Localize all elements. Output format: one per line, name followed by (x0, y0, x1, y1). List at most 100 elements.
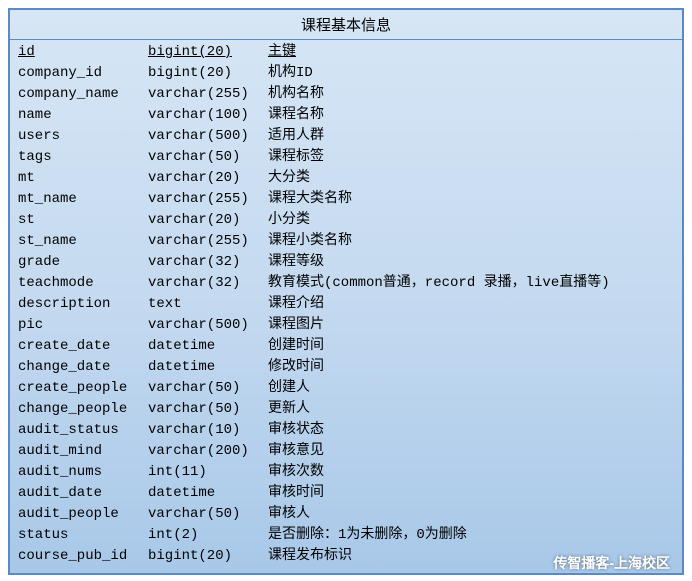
table-row: audit_numsint(11)审核次数 (18, 462, 674, 483)
field-desc: 课程等级 (268, 252, 674, 273)
field-name: audit_mind (18, 441, 148, 462)
table-row: change_datedatetime修改时间 (18, 357, 674, 378)
field-type: int(11) (148, 462, 268, 483)
table-row: mt_namevarchar(255)课程大类名称 (18, 189, 674, 210)
field-name: company_id (18, 63, 148, 84)
field-name: st_name (18, 231, 148, 252)
table-row: company_namevarchar(255)机构名称 (18, 84, 674, 105)
field-name: users (18, 126, 148, 147)
field-desc: 主键 (268, 42, 674, 63)
field-type: text (148, 294, 268, 315)
field-type: varchar(50) (148, 504, 268, 525)
field-type: varchar(200) (148, 441, 268, 462)
field-name: company_name (18, 84, 148, 105)
field-desc: 修改时间 (268, 357, 674, 378)
field-type: varchar(500) (148, 315, 268, 336)
field-desc: 创建时间 (268, 336, 674, 357)
field-name: audit_nums (18, 462, 148, 483)
table-row: namevarchar(100)课程名称 (18, 105, 674, 126)
field-name: name (18, 105, 148, 126)
field-desc: 课程名称 (268, 105, 674, 126)
table-row: teachmodevarchar(32)教育模式(common普通，record… (18, 273, 674, 294)
field-name: create_people (18, 378, 148, 399)
table-body: idbigint(20)主键company_idbigint(20)机构IDco… (10, 40, 682, 573)
table-row: picvarchar(500)课程图片 (18, 315, 674, 336)
field-desc: 机构ID (268, 63, 674, 84)
table-row: descriptiontext课程介绍 (18, 294, 674, 315)
field-name: change_people (18, 399, 148, 420)
field-type: varchar(10) (148, 420, 268, 441)
field-desc: 大分类 (268, 168, 674, 189)
table-row: usersvarchar(500)适用人群 (18, 126, 674, 147)
field-name: grade (18, 252, 148, 273)
field-type: varchar(32) (148, 273, 268, 294)
field-name: audit_status (18, 420, 148, 441)
field-type: datetime (148, 483, 268, 504)
field-desc: 课程介绍 (268, 294, 674, 315)
field-desc: 审核时间 (268, 483, 674, 504)
field-name: mt_name (18, 189, 148, 210)
table-row: idbigint(20)主键 (18, 42, 674, 63)
table-title: 课程基本信息 (10, 10, 682, 40)
table-row: audit_peoplevarchar(50)审核人 (18, 504, 674, 525)
table-row: change_peoplevarchar(50)更新人 (18, 399, 674, 420)
field-type: varchar(20) (148, 168, 268, 189)
field-type: bigint(20) (148, 42, 268, 63)
field-desc: 课程发布标识 (268, 546, 674, 567)
field-type: varchar(255) (148, 84, 268, 105)
field-desc: 小分类 (268, 210, 674, 231)
table-row: audit_mindvarchar(200)审核意见 (18, 441, 674, 462)
field-type: varchar(20) (148, 210, 268, 231)
field-name: audit_people (18, 504, 148, 525)
field-desc: 审核次数 (268, 462, 674, 483)
field-name: tags (18, 147, 148, 168)
field-name: audit_date (18, 483, 148, 504)
field-desc: 是否删除：1为未删除，0为删除 (268, 525, 674, 546)
field-name: description (18, 294, 148, 315)
table-row: audit_statusvarchar(10)审核状态 (18, 420, 674, 441)
field-name: id (18, 42, 148, 63)
field-desc: 创建人 (268, 378, 674, 399)
field-desc: 教育模式(common普通，record 录播，live直播等) (268, 273, 674, 294)
table-row: create_datedatetime创建时间 (18, 336, 674, 357)
table-row: course_pub_idbigint(20)课程发布标识 (18, 546, 674, 567)
field-desc: 更新人 (268, 399, 674, 420)
field-type: bigint(20) (148, 546, 268, 567)
field-name: create_date (18, 336, 148, 357)
field-type: varchar(500) (148, 126, 268, 147)
field-desc: 审核意见 (268, 441, 674, 462)
table-row: st_namevarchar(255)课程小类名称 (18, 231, 674, 252)
field-name: course_pub_id (18, 546, 148, 567)
field-type: varchar(50) (148, 378, 268, 399)
field-desc: 课程标签 (268, 147, 674, 168)
field-name: pic (18, 315, 148, 336)
field-name: change_date (18, 357, 148, 378)
table-row: create_peoplevarchar(50)创建人 (18, 378, 674, 399)
field-name: st (18, 210, 148, 231)
field-name: mt (18, 168, 148, 189)
field-type: bigint(20) (148, 63, 268, 84)
table-row: company_idbigint(20)机构ID (18, 63, 674, 84)
field-name: status (18, 525, 148, 546)
field-type: varchar(32) (148, 252, 268, 273)
table-row: statusint(2)是否删除：1为未删除，0为删除 (18, 525, 674, 546)
field-type: varchar(50) (148, 399, 268, 420)
table-row: gradevarchar(32)课程等级 (18, 252, 674, 273)
field-desc: 课程图片 (268, 315, 674, 336)
field-type: varchar(100) (148, 105, 268, 126)
field-type: varchar(50) (148, 147, 268, 168)
field-desc: 审核状态 (268, 420, 674, 441)
table-row: tagsvarchar(50)课程标签 (18, 147, 674, 168)
field-type: datetime (148, 357, 268, 378)
table-row: mtvarchar(20)大分类 (18, 168, 674, 189)
field-desc: 机构名称 (268, 84, 674, 105)
schema-table: 课程基本信息 idbigint(20)主键company_idbigint(20… (8, 8, 684, 575)
field-type: varchar(255) (148, 231, 268, 252)
field-type: varchar(255) (148, 189, 268, 210)
table-row: audit_datedatetime审核时间 (18, 483, 674, 504)
table-row: stvarchar(20)小分类 (18, 210, 674, 231)
field-desc: 适用人群 (268, 126, 674, 147)
field-desc: 课程大类名称 (268, 189, 674, 210)
field-name: teachmode (18, 273, 148, 294)
field-type: datetime (148, 336, 268, 357)
